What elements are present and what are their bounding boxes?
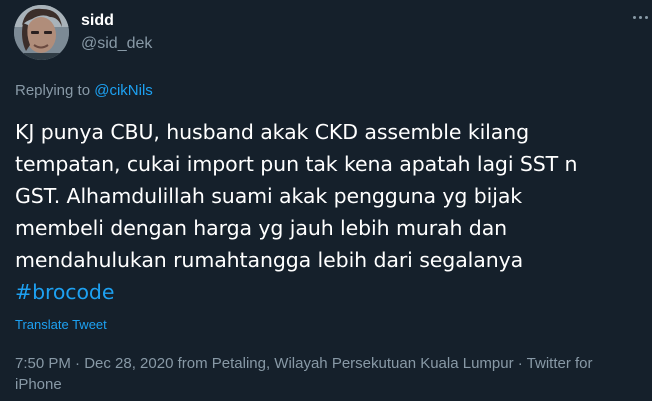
- replying-prefix: Replying to: [15, 82, 95, 99]
- hashtag-link[interactable]: #brocode: [15, 276, 635, 308]
- tweet-text: KJ punya CBU, husband akak CKD assemble …: [15, 116, 635, 308]
- tweet-line: mendahulukan rumahtangga lebih dari sega…: [15, 248, 524, 272]
- tweet-metadata: 7:50 PM · Dec 28, 2020 from Petaling, Wi…: [15, 355, 593, 393]
- tweet-line: KJ punya CBU, husband akak CKD assemble …: [15, 120, 530, 144]
- tweet-line: membeli dengan harga yg jauh lebih murah…: [15, 216, 508, 240]
- replying-to: Replying to @cikNils: [15, 81, 153, 101]
- tweet-line: GST. Alhamdulillah suami akak pengguna y…: [15, 184, 523, 208]
- author-handle[interactable]: @sid_dek: [81, 34, 152, 54]
- more-horizontal-icon[interactable]: [632, 13, 650, 23]
- tweet-card: sidd @sid_dek Replying to @cikNils KJ pu…: [0, 0, 652, 401]
- reply-target-link[interactable]: @cikNils: [94, 82, 153, 99]
- translate-tweet-link[interactable]: Translate Tweet: [15, 316, 107, 334]
- tweet-line: tempatan, cukai import pun tak kena apat…: [15, 152, 578, 176]
- author-display-name[interactable]: sidd: [81, 11, 114, 31]
- avatar[interactable]: [14, 5, 69, 60]
